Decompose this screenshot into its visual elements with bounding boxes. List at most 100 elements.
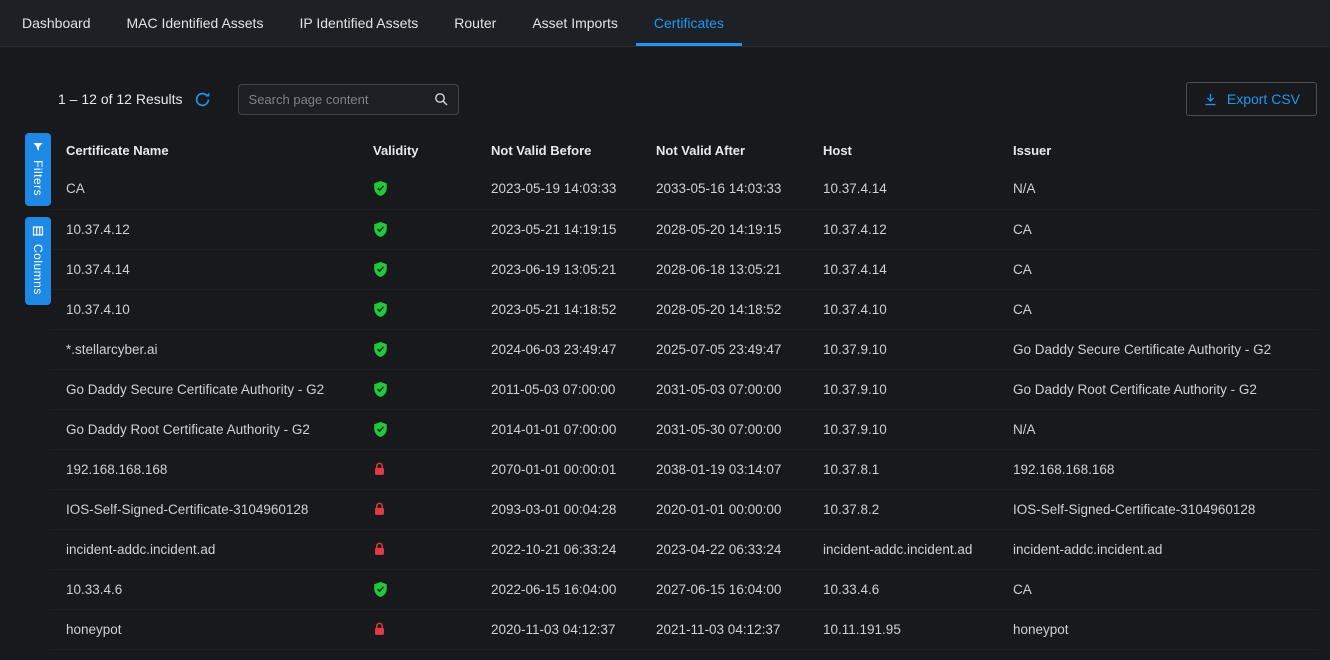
host-cell: 10.37.4.14 xyxy=(807,249,997,289)
cert-name-cell: CA xyxy=(50,169,357,209)
table-header-row: Certificate Name Validity Not Valid Befo… xyxy=(50,134,1318,169)
issuer-cell: incident-addc.incident.ad xyxy=(997,529,1318,569)
validity-cell xyxy=(357,409,475,449)
validity-cell xyxy=(357,369,475,409)
host-cell: 10.11.191.95 xyxy=(807,609,997,649)
host-cell: 10.37.4.10 xyxy=(807,289,997,329)
table-row[interactable]: 10.33.4.6 2022-06-15 16:04:002027-06-15 1… xyxy=(50,569,1318,609)
not-valid-before-cell: 2023-06-19 13:05:21 xyxy=(475,249,640,289)
table-row[interactable]: 10.37.4.10 2023-05-21 14:18:522028-05-20 … xyxy=(50,289,1318,329)
not-valid-after-cell: 2023-04-22 06:33:24 xyxy=(640,529,807,569)
side-tabs: Filters Columns xyxy=(25,133,51,305)
cert-name-cell: incident-addc.incident.ad xyxy=(50,529,357,569)
shield-check-icon xyxy=(373,180,388,197)
table-row[interactable]: IOS-Self-Signed-Certificate-3104960128 20… xyxy=(50,489,1318,529)
search-input[interactable] xyxy=(241,92,433,107)
issuer-cell: Go Daddy Secure Certificate Authority - … xyxy=(997,329,1318,369)
not-valid-after-cell: 2028-05-20 14:18:52 xyxy=(640,289,807,329)
not-valid-after-cell: 2028-06-18 13:05:21 xyxy=(640,249,807,289)
cert-name-cell: *.stellarcyber.ai xyxy=(50,329,357,369)
shield-check-icon xyxy=(373,341,388,358)
columns-tab-label: Columns xyxy=(31,244,45,295)
validity-cell xyxy=(357,529,475,569)
cert-name-cell: IOS-Self-Signed-Certificate-3104960128 xyxy=(50,489,357,529)
table-row[interactable]: 10.37.4.122023-05-21 14:19:152028-05-20 … xyxy=(50,209,1318,249)
validity-cell xyxy=(357,289,475,329)
col-header-certificate-name[interactable]: Certificate Name xyxy=(50,134,357,169)
shield-check-icon xyxy=(373,421,388,438)
validity-cell xyxy=(357,209,475,249)
refresh-button[interactable] xyxy=(194,91,211,108)
table-row[interactable]: 192.168.168.168 2070-01-01 00:00:012038-0… xyxy=(50,449,1318,489)
col-header-not-valid-after[interactable]: Not Valid After xyxy=(640,134,807,169)
col-header-issuer[interactable]: Issuer xyxy=(997,134,1318,169)
not-valid-before-cell: 2093-03-01 00:04:28 xyxy=(475,489,640,529)
issuer-cell: CA xyxy=(997,209,1318,249)
cert-name-cell: 10.37.4.14 xyxy=(50,249,357,289)
shield-check-icon xyxy=(373,261,388,278)
table-row[interactable]: *.stellarcyber.ai2024-06-03 23:49:472025… xyxy=(50,329,1318,369)
validity-cell xyxy=(357,449,475,489)
validity-cell xyxy=(357,169,475,209)
not-valid-after-cell: 2021-11-03 04:12:37 xyxy=(640,609,807,649)
tab-router[interactable]: Router xyxy=(436,0,514,46)
table-row[interactable]: Go Daddy Secure Certificate Authority - … xyxy=(50,369,1318,409)
table-row[interactable]: Go Daddy Root Certificate Authority - G2… xyxy=(50,409,1318,449)
table-row[interactable]: 10.37.4.14 2023-06-19 13:05:212028-06-18 … xyxy=(50,249,1318,289)
issuer-cell: IOS-Self-Signed-Certificate-3104960128 xyxy=(997,489,1318,529)
validity-cell xyxy=(357,489,475,529)
host-cell: incident-addc.incident.ad xyxy=(807,529,997,569)
lock-icon xyxy=(373,501,386,517)
table-row[interactable]: CA2023-05-19 14:03:332033-05-16 14:03:33… xyxy=(50,169,1318,209)
not-valid-before-cell: 2011-05-03 07:00:00 xyxy=(475,369,640,409)
validity-cell xyxy=(357,329,475,369)
shield-check-icon xyxy=(373,381,388,398)
export-csv-label: Export CSV xyxy=(1227,91,1300,107)
tab-dashboard[interactable]: Dashboard xyxy=(4,0,109,46)
not-valid-after-cell: 2038-01-19 03:14:07 xyxy=(640,449,807,489)
not-valid-after-cell: 2027-06-15 16:04:00 xyxy=(640,569,807,609)
columns-tab[interactable]: Columns xyxy=(25,217,51,305)
not-valid-after-cell: 2033-05-16 14:03:33 xyxy=(640,169,807,209)
col-header-validity[interactable]: Validity xyxy=(357,134,475,169)
search-box xyxy=(238,84,459,115)
table-row[interactable]: honeypot2020-11-03 04:12:372021-11-03 04… xyxy=(50,609,1318,649)
issuer-cell: 192.168.168.168 xyxy=(997,449,1318,489)
table-row[interactable]: incident-addc.incident.ad 2022-10-21 06:3… xyxy=(50,529,1318,569)
cert-name-cell: honeypot xyxy=(50,609,357,649)
host-cell: 10.37.8.1 xyxy=(807,449,997,489)
tab-mac-identified-assets[interactable]: MAC Identified Assets xyxy=(109,0,282,46)
issuer-cell: Go Daddy Root Certificate Authority - G2 xyxy=(997,369,1318,409)
not-valid-before-cell: 2023-05-21 14:18:52 xyxy=(475,289,640,329)
host-cell: 10.37.9.10 xyxy=(807,369,997,409)
cert-table-body: CA2023-05-19 14:03:332033-05-16 14:03:33… xyxy=(50,169,1318,649)
issuer-cell: N/A xyxy=(997,169,1318,209)
col-header-not-valid-before[interactable]: Not Valid Before xyxy=(475,134,640,169)
filters-tab[interactable]: Filters xyxy=(25,133,51,206)
not-valid-before-cell: 2070-01-01 00:00:01 xyxy=(475,449,640,489)
cert-name-cell: 10.33.4.6 xyxy=(50,569,357,609)
table-columns-icon xyxy=(32,225,44,237)
export-csv-button[interactable]: Export CSV xyxy=(1186,82,1317,116)
shield-check-icon xyxy=(373,221,388,238)
cert-name-cell: 192.168.168.168 xyxy=(50,449,357,489)
cert-name-cell: 10.37.4.10 xyxy=(50,289,357,329)
not-valid-before-cell: 2014-01-01 07:00:00 xyxy=(475,409,640,449)
host-cell: 10.37.8.2 xyxy=(807,489,997,529)
not-valid-before-cell: 2022-06-15 16:04:00 xyxy=(475,569,640,609)
col-header-host[interactable]: Host xyxy=(807,134,997,169)
issuer-cell: CA xyxy=(997,569,1318,609)
tab-certificates[interactable]: Certificates xyxy=(636,0,742,46)
not-valid-after-cell: 2025-07-05 23:49:47 xyxy=(640,329,807,369)
tab-ip-identified-assets[interactable]: IP Identified Assets xyxy=(281,0,436,46)
host-cell: 10.37.4.12 xyxy=(807,209,997,249)
not-valid-before-cell: 2022-10-21 06:33:24 xyxy=(475,529,640,569)
filters-tab-label: Filters xyxy=(31,160,45,196)
validity-cell xyxy=(357,249,475,289)
tab-asset-imports[interactable]: Asset Imports xyxy=(514,0,636,46)
shield-check-icon xyxy=(373,301,388,318)
certificates-table: Certificate Name Validity Not Valid Befo… xyxy=(50,134,1318,650)
validity-cell xyxy=(357,609,475,649)
search-icon[interactable] xyxy=(433,91,449,107)
not-valid-after-cell: 2031-05-30 07:00:00 xyxy=(640,409,807,449)
